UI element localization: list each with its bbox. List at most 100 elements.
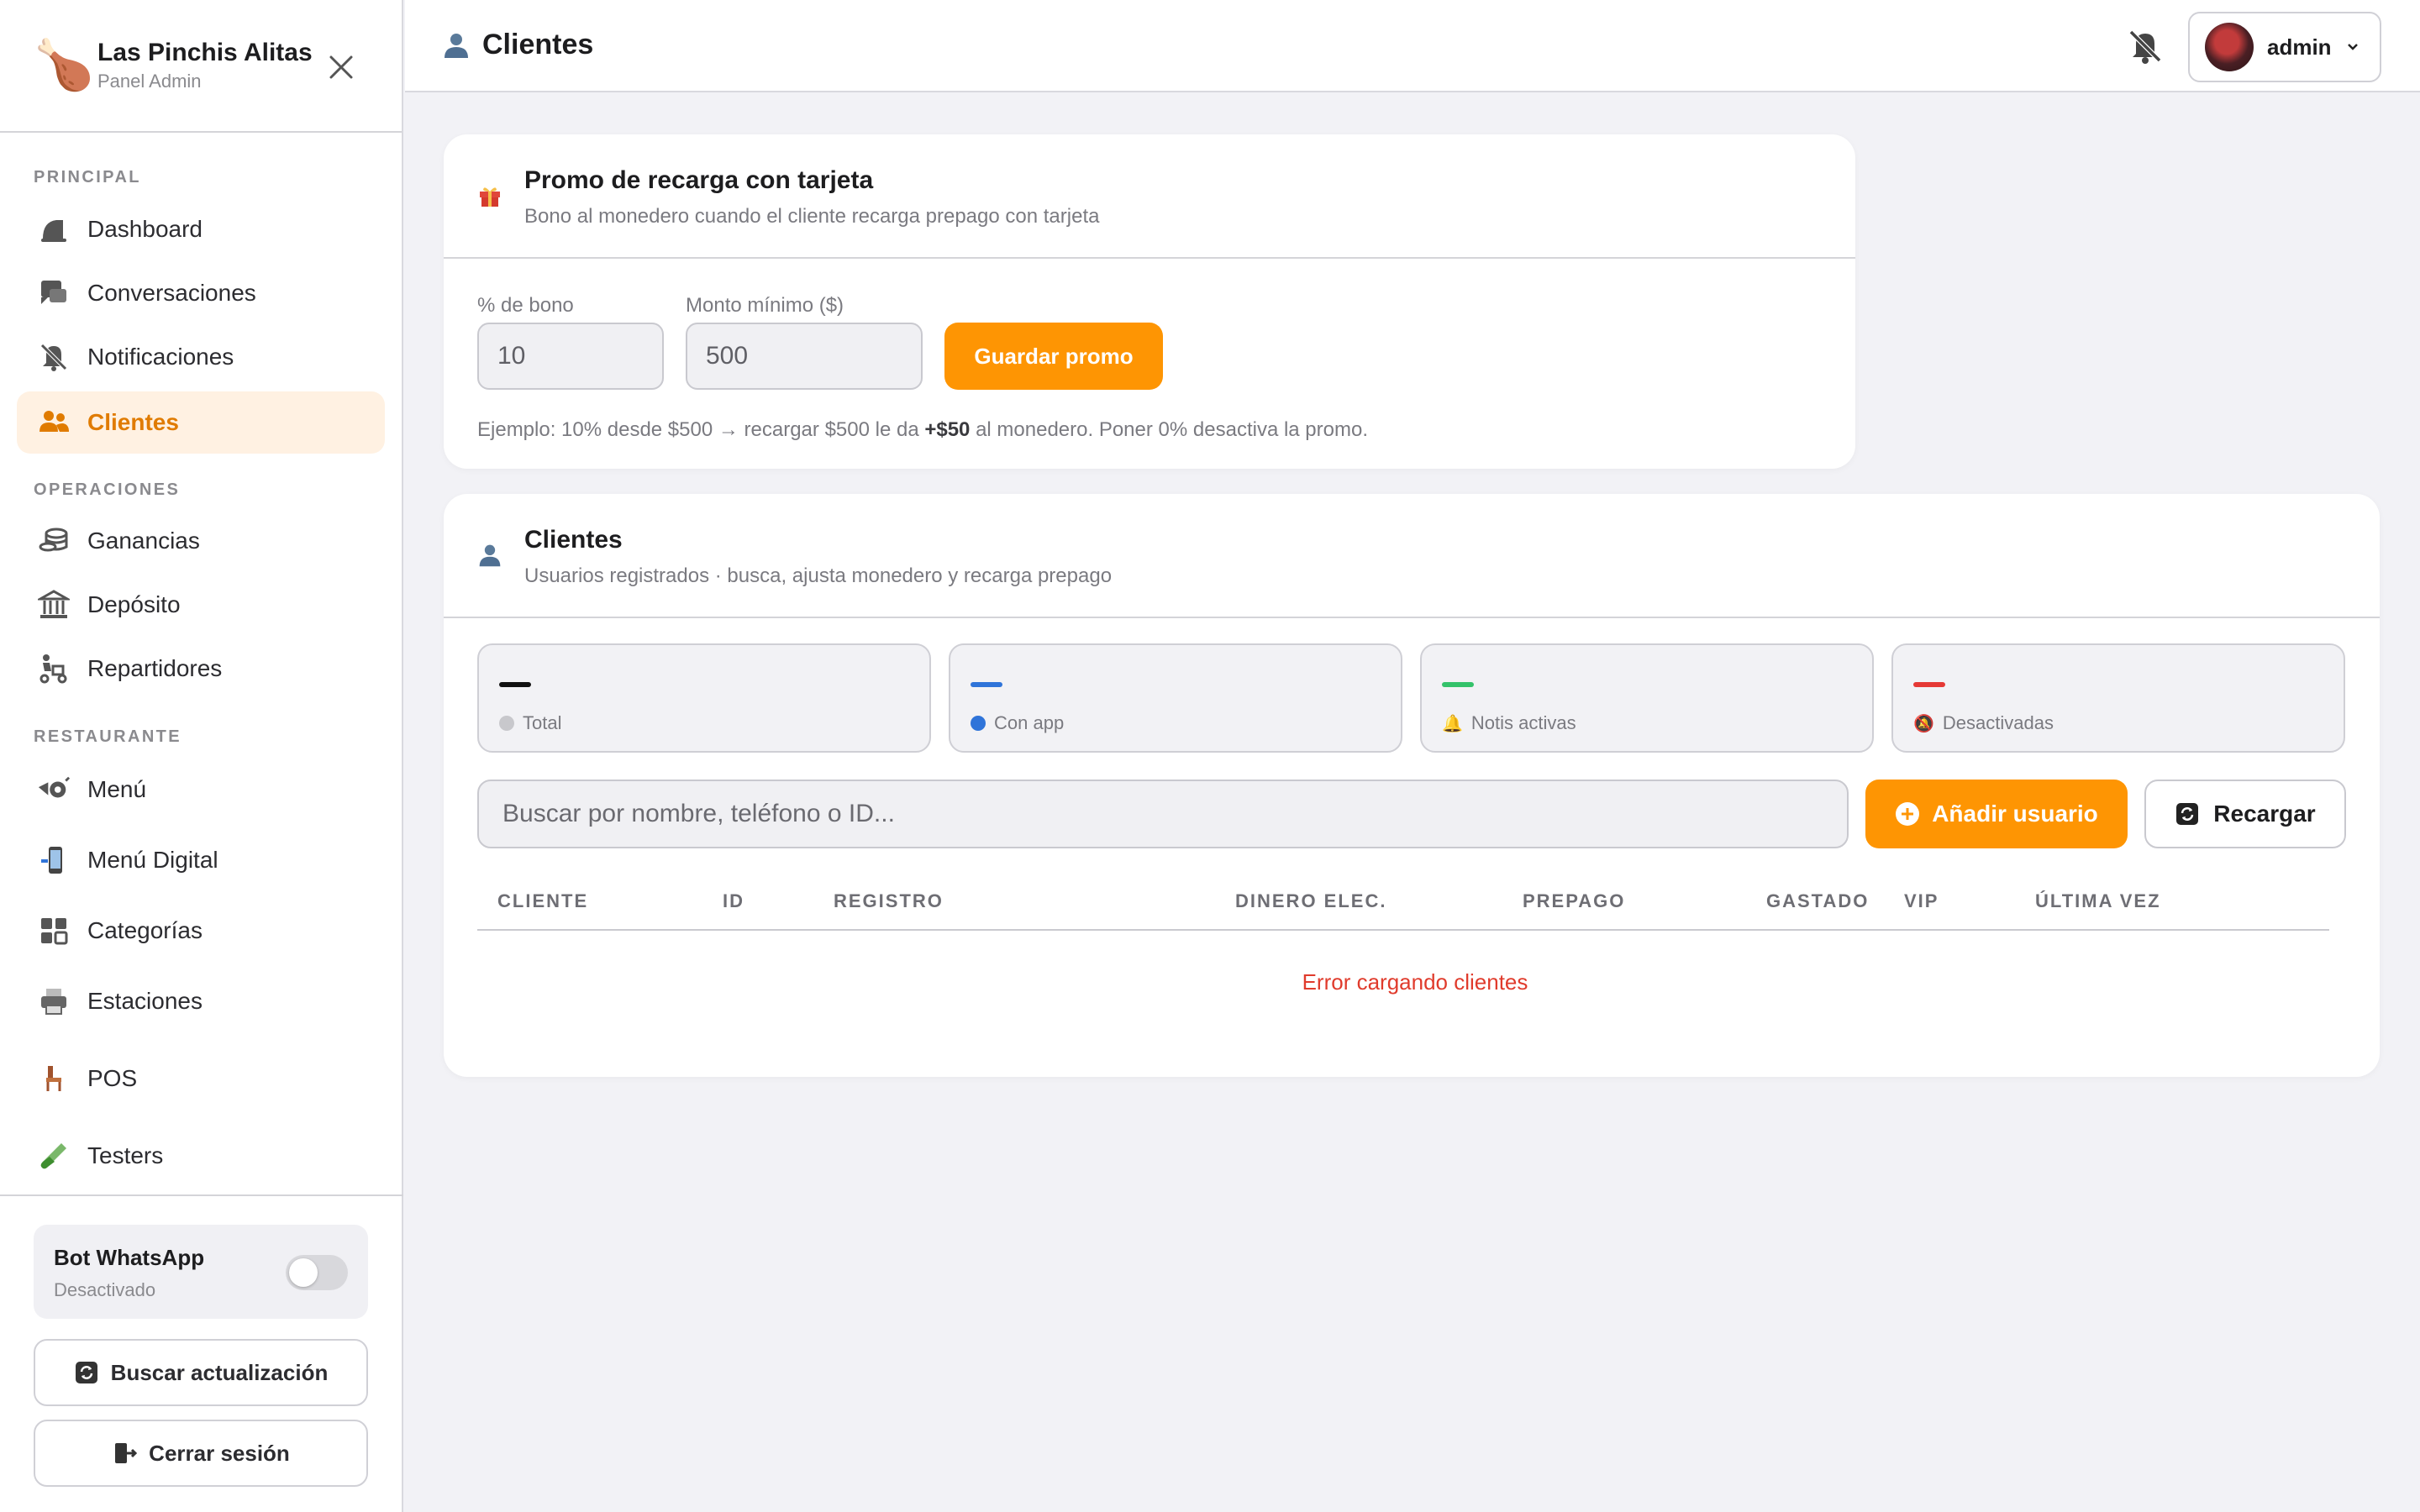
promo-subtitle: Bono al monedero cuando el cliente recar… [524, 205, 1100, 228]
sidebar-item-deposito[interactable]: Depósito [17, 574, 385, 636]
sidebar-item-conversaciones[interactable]: Conversaciones [17, 262, 385, 324]
bonus-label: % de bono [477, 294, 574, 317]
sidebar-footer: Bot WhatsApp Desactivado Buscar actualiz… [0, 1194, 403, 1512]
bonus-input[interactable]: 10 [477, 323, 664, 390]
reload-button[interactable]: Recargar [2144, 780, 2346, 848]
error-message: Error cargando clientes [1302, 969, 1528, 995]
sidebar-item-label: Menú [87, 776, 147, 802]
min-amount-label: Monto mínimo ($) [686, 294, 844, 317]
hint-text-after: al monedero. Poner 0% desactiva la promo… [970, 418, 1368, 441]
brand-title: Las Pinchis Alitas [97, 39, 313, 66]
sidebar-item-label: Notificaciones [87, 344, 234, 370]
stat-label-row: Con app [971, 712, 1064, 734]
stat-label: Desactivadas [1942, 712, 2054, 733]
avatar [2205, 23, 2254, 71]
sidebar-item-clientes[interactable]: Clientes [17, 391, 385, 454]
bell-off-icon [37, 340, 71, 374]
brand-subtitle: Panel Admin [97, 71, 202, 92]
col-prepago[interactable]: PREPAGO [1523, 890, 1625, 912]
stat-label: Con app [994, 712, 1065, 733]
user-icon [445, 33, 468, 58]
status-dot [499, 716, 514, 731]
stat-total: Total [477, 643, 931, 753]
col-gastado[interactable]: GASTADO [1766, 890, 1869, 912]
refresh-icon [75, 1362, 97, 1383]
save-promo-button[interactable]: Guardar promo [944, 323, 1163, 390]
section-principal: PRINCIPAL [34, 168, 141, 186]
clients-title: Clientes [524, 526, 623, 554]
stat-value [1442, 682, 1474, 687]
stat-notis-activas: 🔔 Notis activas [1420, 643, 1874, 753]
stat-value [971, 682, 1002, 687]
user-icon [479, 544, 501, 567]
users-icon [37, 406, 71, 439]
search-input[interactable]: Buscar por nombre, teléfono o ID... [477, 780, 1849, 848]
sidebar-item-categorias[interactable]: Categorías [17, 900, 385, 962]
grid-icon [37, 914, 71, 948]
col-cliente[interactable]: CLIENTE [497, 890, 588, 912]
reload-label: Recargar [2213, 801, 2316, 827]
promo-card-header: Promo de recarga con tarjeta Bono al mon… [444, 134, 1855, 259]
menu-icon [37, 773, 71, 806]
col-dinero-elec[interactable]: DINERO ELEC. [1235, 890, 1386, 912]
sidebar-item-label: Clientes [87, 409, 179, 435]
sidebar-item-testers[interactable]: Testers [17, 1125, 385, 1187]
sidebar-item-menu-digital[interactable]: Menú Digital [17, 829, 385, 891]
username: admin [2267, 34, 2332, 60]
clients-card-header: Clientes Usuarios registrados · busca, a… [444, 494, 2380, 618]
stat-label-row: Total [499, 712, 561, 734]
logout-label: Cerrar sesión [149, 1440, 290, 1466]
page-title: Clientes [442, 29, 593, 61]
chicken-leg-icon: 🍗 [34, 38, 95, 92]
sidebar-item-label: Ganancias [87, 528, 200, 554]
bell-icon: 🔔 [1442, 714, 1463, 733]
stat-label: Total [523, 712, 562, 733]
col-vip[interactable]: VIP [1904, 890, 1939, 912]
user-menu-button[interactable]: admin [2188, 12, 2381, 82]
promo-hint: Ejemplo: 10% desde $500 → recargar $500 … [477, 418, 1368, 442]
min-amount-input[interactable]: 500 [686, 323, 923, 390]
sidebar-item-label: Conversaciones [87, 280, 256, 306]
logout-button[interactable]: Cerrar sesión [34, 1420, 368, 1487]
stat-desactivadas: 🔕 Desactivadas [1891, 643, 2345, 753]
chair-icon [37, 1062, 71, 1095]
printer-icon [37, 984, 71, 1018]
stat-value [499, 682, 531, 687]
bot-toggle[interactable] [286, 1255, 348, 1290]
brand: 🍗 Las Pinchis Alitas Panel Admin [0, 0, 402, 133]
col-ultima-vez[interactable]: ÚLTIMA VEZ [2035, 890, 2161, 912]
col-id[interactable]: ID [723, 890, 744, 912]
sidebar-item-label: Testers [87, 1142, 164, 1168]
dashboard-icon [37, 213, 71, 246]
refresh-icon [2176, 803, 2199, 825]
coins-icon [37, 524, 71, 558]
check-update-button[interactable]: Buscar actualización [34, 1339, 368, 1406]
sidebar-item-label: POS [87, 1065, 138, 1091]
check-update-label: Buscar actualización [110, 1359, 329, 1385]
status-dot [971, 716, 986, 731]
notifications-off-icon[interactable] [2124, 25, 2166, 67]
stat-con-app: Con app [949, 643, 1402, 753]
sidebar-item-label: Repartidores [87, 655, 223, 681]
stat-label: Notis activas [1470, 712, 1576, 733]
table-header-divider [477, 929, 2329, 931]
sidebar-item-pos[interactable]: POS [17, 1047, 385, 1110]
section-restaurante: RESTAURANTE [34, 727, 182, 746]
sidebar-item-notificaciones[interactable]: Notificaciones [17, 326, 385, 388]
hint-text-bold: +$50 [924, 418, 971, 441]
add-user-button[interactable]: Añadir usuario [1865, 780, 2128, 848]
close-sidebar-icon[interactable] [324, 50, 358, 84]
sidebar-item-repartidores[interactable]: Repartidores [17, 638, 385, 700]
sidebar: 🍗 Las Pinchis Alitas Panel Admin PRINCIP… [0, 0, 403, 1512]
sidebar-item-dashboard[interactable]: Dashboard [17, 198, 385, 260]
add-user-label: Añadir usuario [1932, 801, 2098, 827]
sidebar-item-label: Menú Digital [87, 847, 218, 873]
sidebar-item-ganancias[interactable]: Ganancias [17, 510, 385, 572]
page-title-text: Clientes [482, 29, 594, 60]
sidebar-item-estaciones[interactable]: Estaciones [17, 970, 385, 1032]
col-registro[interactable]: REGISTRO [834, 890, 944, 912]
plus-circle-icon [1896, 802, 1920, 826]
chevron-down-icon [2347, 44, 2358, 50]
sidebar-item-menu[interactable]: Menú [17, 759, 385, 821]
topbar: Clientes admin [405, 0, 2420, 92]
